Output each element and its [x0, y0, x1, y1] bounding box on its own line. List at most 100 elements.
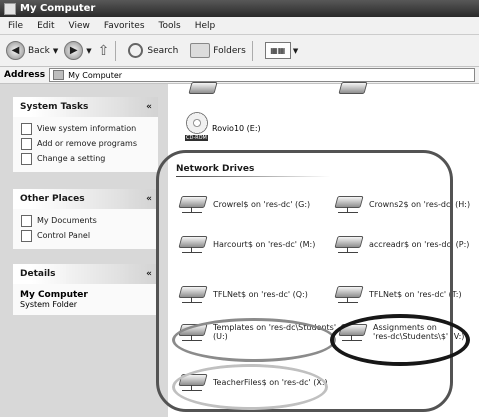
- network-drive-item[interactable]: TFLNet$ on 'res-dc' (T:): [334, 284, 462, 304]
- details-header[interactable]: Details «: [13, 264, 158, 284]
- up-button[interactable]: ⇧: [98, 43, 110, 59]
- place-control-panel[interactable]: Control Panel: [21, 228, 152, 243]
- drive-icon: [188, 80, 218, 100]
- network-drive-icon: [334, 284, 364, 304]
- partial-drive-item[interactable]: [338, 80, 373, 100]
- computer-icon: [4, 2, 16, 15]
- menu-help[interactable]: Help: [195, 21, 216, 31]
- address-bar: Address My Computer: [0, 67, 479, 84]
- drive-label-line2: 'res-dc\Students\$' (V:): [373, 332, 465, 341]
- toolbar-separator: [251, 40, 253, 61]
- network-drive-item[interactable]: Crowns2$ on 'res-dc' (H:): [334, 194, 470, 214]
- back-button[interactable]: ◀ Back ▼: [6, 41, 58, 60]
- network-drive-icon: [334, 234, 364, 254]
- network-drive-item[interactable]: TFLNet$ on 'res-dc' (Q:): [178, 284, 308, 304]
- collapse-chevron-icon[interactable]: «: [146, 269, 152, 279]
- task-label: Add or remove programs: [37, 139, 137, 148]
- system-tasks-header[interactable]: System Tasks «: [13, 97, 158, 117]
- task-change-setting[interactable]: Change a setting: [21, 151, 152, 166]
- window-title: My Computer: [20, 3, 96, 14]
- toolbar: ◀ Back ▼ ▶ ▼ ⇧ Search Folders ▦▦ ▼: [0, 35, 479, 67]
- drive-label: TFLNet$ on 'res-dc' (Q:): [213, 289, 308, 299]
- cd-drive-label[interactable]: Rovio10 (E:): [212, 124, 261, 133]
- drive-label: Crowrel$ on 'res-dc' (G:): [213, 199, 311, 209]
- views-dropdown-icon[interactable]: ▼: [293, 47, 298, 55]
- network-drive-item[interactable]: Harcourt$ on 'res-dc' (M:): [178, 234, 315, 254]
- forward-button[interactable]: ▶ ▼: [64, 41, 92, 60]
- drive-label: accreadr$ on 'res-dc' (P:): [369, 239, 470, 249]
- cd-rom-tag: CD-ROM: [185, 135, 208, 141]
- drive-label: TeacherFiles$ on 'res-dc' (X:): [213, 377, 328, 387]
- drive-label: TFLNet$ on 'res-dc' (T:): [369, 289, 462, 299]
- folders-icon: [190, 43, 211, 58]
- views-icon: ▦▦: [264, 42, 291, 59]
- programs-icon: [21, 137, 32, 150]
- views-button[interactable]: ▦▦ ▼: [264, 42, 298, 59]
- task-add-remove-programs[interactable]: Add or remove programs: [21, 136, 152, 151]
- address-field[interactable]: My Computer: [49, 68, 475, 82]
- drive-label-line2: (U:): [213, 332, 228, 341]
- network-drive-item[interactable]: Assignments on 'res-dc\Students\$' (V:): [338, 322, 464, 342]
- search-icon: [128, 43, 144, 58]
- other-places-header[interactable]: Other Places «: [13, 189, 158, 209]
- folders-button[interactable]: Folders: [190, 43, 246, 58]
- back-label: Back: [28, 45, 50, 56]
- other-places-panel: Other Places « My Documents Control Pane…: [13, 189, 158, 249]
- network-drive-item[interactable]: Crowrel$ on 'res-dc' (G:): [178, 194, 310, 214]
- forward-arrow-icon: ▶: [64, 41, 84, 60]
- network-drives-title: Network Drives: [176, 164, 255, 174]
- back-arrow-icon: ◀: [6, 41, 25, 60]
- partial-drive-item[interactable]: [188, 80, 223, 100]
- menu-bar: File Edit View Favorites Tools Help: [0, 17, 479, 35]
- task-pane: System Tasks « View system information A…: [0, 84, 168, 417]
- network-drive-icon: [178, 284, 208, 304]
- drive-label: Assignments on: [373, 323, 437, 332]
- menu-view[interactable]: View: [69, 21, 90, 31]
- computer-icon: [53, 70, 65, 80]
- folders-label: Folders: [213, 45, 246, 56]
- task-label: View system information: [37, 124, 137, 133]
- network-drive-item[interactable]: TeacherFiles$ on 'res-dc' (X:): [178, 372, 328, 392]
- folder-icon: [21, 214, 32, 227]
- network-drive-icon: [338, 322, 368, 342]
- search-label: Search: [147, 45, 179, 56]
- task-label: Change a setting: [37, 154, 106, 163]
- details-type: System Folder: [20, 300, 78, 309]
- collapse-chevron-icon[interactable]: «: [146, 102, 152, 112]
- drive-label: Crowns2$ on 'res-dc' (H:): [369, 199, 471, 209]
- system-info-icon: [21, 122, 32, 135]
- address-value: My Computer: [68, 70, 123, 80]
- menu-favorites[interactable]: Favorites: [104, 21, 145, 31]
- address-label: Address: [4, 70, 46, 80]
- network-drive-icon: [178, 322, 208, 342]
- system-tasks-panel: System Tasks « View system information A…: [13, 97, 158, 172]
- system-tasks-title: System Tasks: [20, 102, 89, 112]
- menu-tools[interactable]: Tools: [159, 21, 181, 31]
- details-name: My Computer: [20, 290, 88, 300]
- settings-icon: [21, 152, 32, 165]
- forward-dropdown-icon[interactable]: ▼: [86, 47, 91, 55]
- title-bar: My Computer: [0, 0, 479, 17]
- network-drive-item[interactable]: Templates on 'res-dc\Students' (U:): [178, 322, 336, 342]
- network-drive-icon: [178, 194, 208, 214]
- other-places-title: Other Places: [20, 194, 85, 204]
- place-my-documents[interactable]: My Documents: [21, 213, 152, 228]
- section-divider: [176, 176, 336, 177]
- menu-file[interactable]: File: [8, 21, 23, 31]
- up-folder-icon: ⇧: [97, 42, 110, 59]
- cd-drive-icon[interactable]: [186, 112, 208, 134]
- back-dropdown-icon[interactable]: ▼: [53, 47, 58, 55]
- drive-label: Harcourt$ on 'res-dc' (M:): [213, 239, 316, 249]
- place-label: Control Panel: [37, 231, 91, 240]
- details-title: Details: [20, 269, 56, 279]
- drive-label: Templates on 'res-dc\Students': [213, 323, 337, 332]
- network-drive-icon: [178, 234, 208, 254]
- menu-edit[interactable]: Edit: [37, 21, 54, 31]
- search-button[interactable]: Search: [128, 43, 178, 58]
- collapse-chevron-icon[interactable]: «: [146, 194, 152, 204]
- task-view-system-info[interactable]: View system information: [21, 121, 152, 136]
- network-drive-icon: [178, 372, 208, 392]
- details-panel: Details « My Computer System Folder: [13, 264, 158, 315]
- place-label: My Documents: [37, 216, 97, 225]
- network-drive-item[interactable]: accreadr$ on 'res-dc' (P:): [334, 234, 469, 254]
